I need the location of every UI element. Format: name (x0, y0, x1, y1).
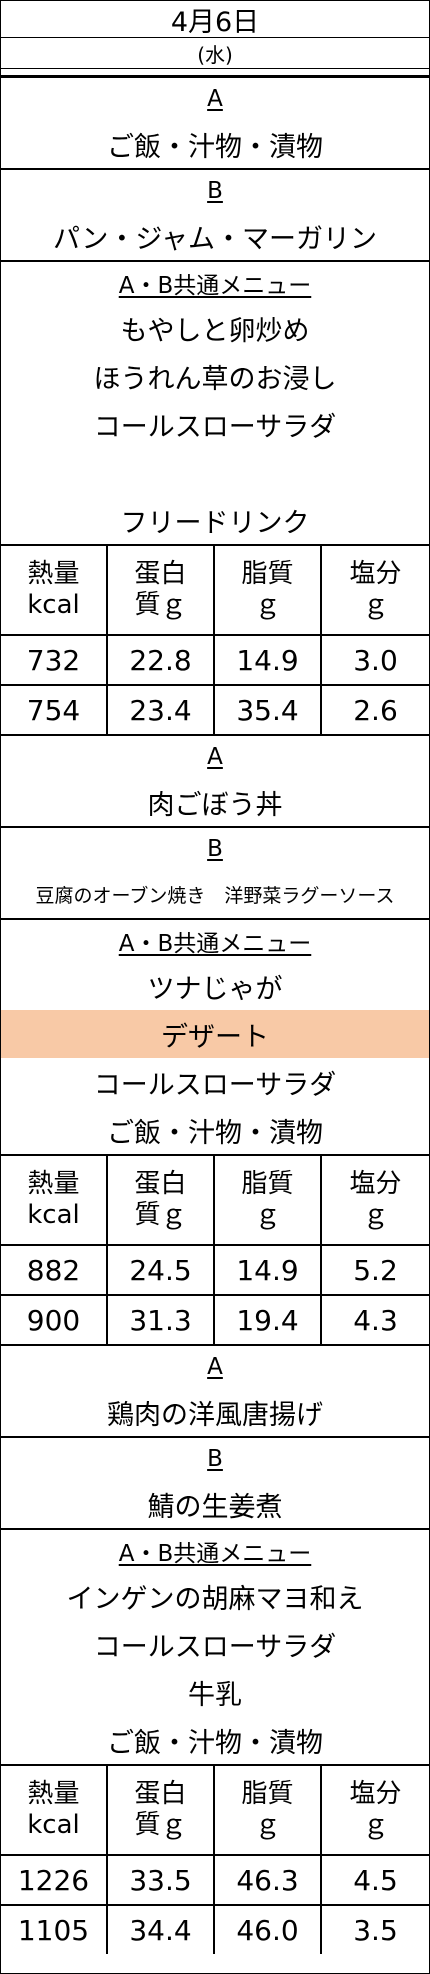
common-item: もやしと卵炒め (120, 315, 310, 347)
option-b-dish: 豆腐のオーブン焼き 洋野菜ラグーソース (35, 884, 395, 907)
common-menu-label: A・B共通メニュー (118, 1541, 312, 1567)
nutrition-cell: 23.4 (108, 686, 215, 734)
nutrition-cell: 4.5 (322, 1856, 429, 1906)
option-b-label: B (207, 1446, 223, 1472)
nutrition-cell: 34.4 (108, 1906, 215, 1954)
common-item: フリードリンク (120, 507, 310, 539)
nutrition-cell: 3.0 (322, 636, 429, 686)
nutrition-cell: 24.5 (108, 1246, 215, 1296)
nutrition-header-fat: 脂質 ｇ (215, 1156, 322, 1246)
option-a-dish: 肉ごぼう丼 (147, 789, 283, 821)
common-item: ほうれん草のお浸し (93, 363, 337, 395)
option-a-label: A (207, 744, 223, 770)
nutrition-cell: 31.3 (108, 1296, 215, 1344)
nutrition-header-protein: 蛋白 質ｇ (108, 546, 215, 636)
meal-1-option-b: B パン・ジャム・マーガリン (1, 170, 429, 262)
nutrition-cell: 46.3 (215, 1856, 322, 1906)
nutrition-cell: 3.5 (353, 1913, 398, 1947)
nutrition-header-fat: 脂質 ｇ (215, 1766, 322, 1856)
nutrition-cell: 33.5 (108, 1856, 215, 1906)
nutrition-header-energy: 熱量 kcal (1, 546, 108, 636)
nutrition-cell: 1105 (1, 1906, 108, 1954)
header-divider (1, 69, 429, 78)
nutrition-cell: 19.4 (215, 1296, 322, 1344)
common-item: ツナじゃが (147, 973, 283, 1005)
nutrition-cell: 882 (1, 1246, 108, 1296)
meal-2-option-a: A 肉ごぼう丼 (1, 736, 429, 828)
meal-1-common-menu: A・B共通メニュー もやしと卵炒め ほうれん草のお浸し コールスローサラダ フリ… (1, 262, 429, 546)
nutrition-header-protein: 蛋白 質ｇ (108, 1766, 215, 1856)
common-item: 牛乳 (188, 1679, 242, 1711)
nutrition-header-energy: 熱量 kcal (1, 1156, 108, 1246)
meal-3-option-a: A 鶏肉の洋風唐揚げ (1, 1346, 429, 1438)
meal-2-common-menu: A・B共通メニュー ツナじゃが デザート コールスローサラダ ご飯・汁物・漬物 (1, 920, 429, 1156)
meal-1-option-a: A ご飯・汁物・漬物 (1, 78, 429, 170)
nutrition-cell: 5.2 (322, 1246, 429, 1296)
nutrition-cell: 35.4 (215, 686, 322, 734)
meal-1-nutrition-table: 熱量 kcal 蛋白 質ｇ 脂質 ｇ 塩分 ｇ 732 22.8 14.9 3.… (1, 546, 429, 736)
option-b-dish: パン・ジャム・マーガリン (53, 223, 377, 255)
common-item: コールスローサラダ (93, 1069, 337, 1101)
nutrition-cell: 22.8 (108, 636, 215, 686)
meal-2-nutrition-table: 熱量 kcal 蛋白 質ｇ 脂質 ｇ 塩分 ｇ 882 24.5 14.9 5.… (1, 1156, 429, 1346)
nutrition-cell: 46.0 (215, 1906, 322, 1954)
option-a-label: A (207, 1354, 223, 1380)
nutrition-header-salt: 塩分 ｇ (322, 1766, 429, 1856)
common-item: インゲンの胡麻マヨ和え (66, 1583, 364, 1615)
common-menu-label: A・B共通メニュー (118, 273, 312, 299)
option-b-label: B (207, 178, 223, 204)
nutrition-cell: 14.9 (215, 1246, 322, 1296)
common-item: コールスローサラダ (93, 1631, 337, 1663)
meal-2-option-b: B 豆腐のオーブン焼き 洋野菜ラグーソース (1, 828, 429, 920)
nutrition-header-fat: 脂質 ｇ (215, 546, 322, 636)
nutrition-cell: 900 (1, 1296, 108, 1344)
menu-sheet: 4月6日 (水) A ご飯・汁物・漬物 B パン・ジャム・マーガリン A・B共通… (0, 0, 430, 1974)
nutrition-cell: 4.3 (353, 1303, 398, 1337)
nutrition-header-protein: 蛋白 質ｇ (108, 1156, 215, 1246)
nutrition-header-energy: 熱量 kcal (1, 1766, 108, 1856)
common-item-highlighted: デザート (1, 1010, 429, 1058)
option-a-label: A (207, 86, 223, 112)
option-b-dish: 鯖の生姜煮 (147, 1491, 283, 1523)
common-item: コールスローサラダ (93, 411, 337, 443)
common-item: ご飯・汁物・漬物 (107, 1117, 323, 1149)
nutrition-cell: 14.9 (215, 636, 322, 686)
meal-3-common-menu: A・B共通メニュー インゲンの胡麻マヨ和え コールスローサラダ 牛乳 ご飯・汁物… (1, 1530, 429, 1766)
option-a-dish: ご飯・汁物・漬物 (107, 131, 323, 163)
nutrition-header-salt: 塩分 ｇ (322, 546, 429, 636)
nutrition-cell: 732 (1, 636, 108, 686)
common-menu-label: A・B共通メニュー (118, 931, 312, 957)
nutrition-cell: 754 (1, 686, 108, 734)
weekday-label: (水) (1, 38, 429, 69)
option-b-label: B (207, 836, 223, 862)
nutrition-header-salt: 塩分 ｇ (322, 1156, 429, 1246)
meal-3-option-b: B 鯖の生姜煮 (1, 1438, 429, 1530)
nutrition-cell: 1226 (1, 1856, 108, 1906)
date-heading: 4月6日 (1, 1, 429, 38)
nutrition-cell: 2.6 (353, 693, 398, 727)
option-a-dish: 鶏肉の洋風唐揚げ (107, 1399, 323, 1431)
meal-3-nutrition-table: 熱量 kcal 蛋白 質ｇ 脂質 ｇ 塩分 ｇ 1226 33.5 46.3 4… (1, 1766, 429, 1954)
common-item: ご飯・汁物・漬物 (107, 1727, 323, 1759)
